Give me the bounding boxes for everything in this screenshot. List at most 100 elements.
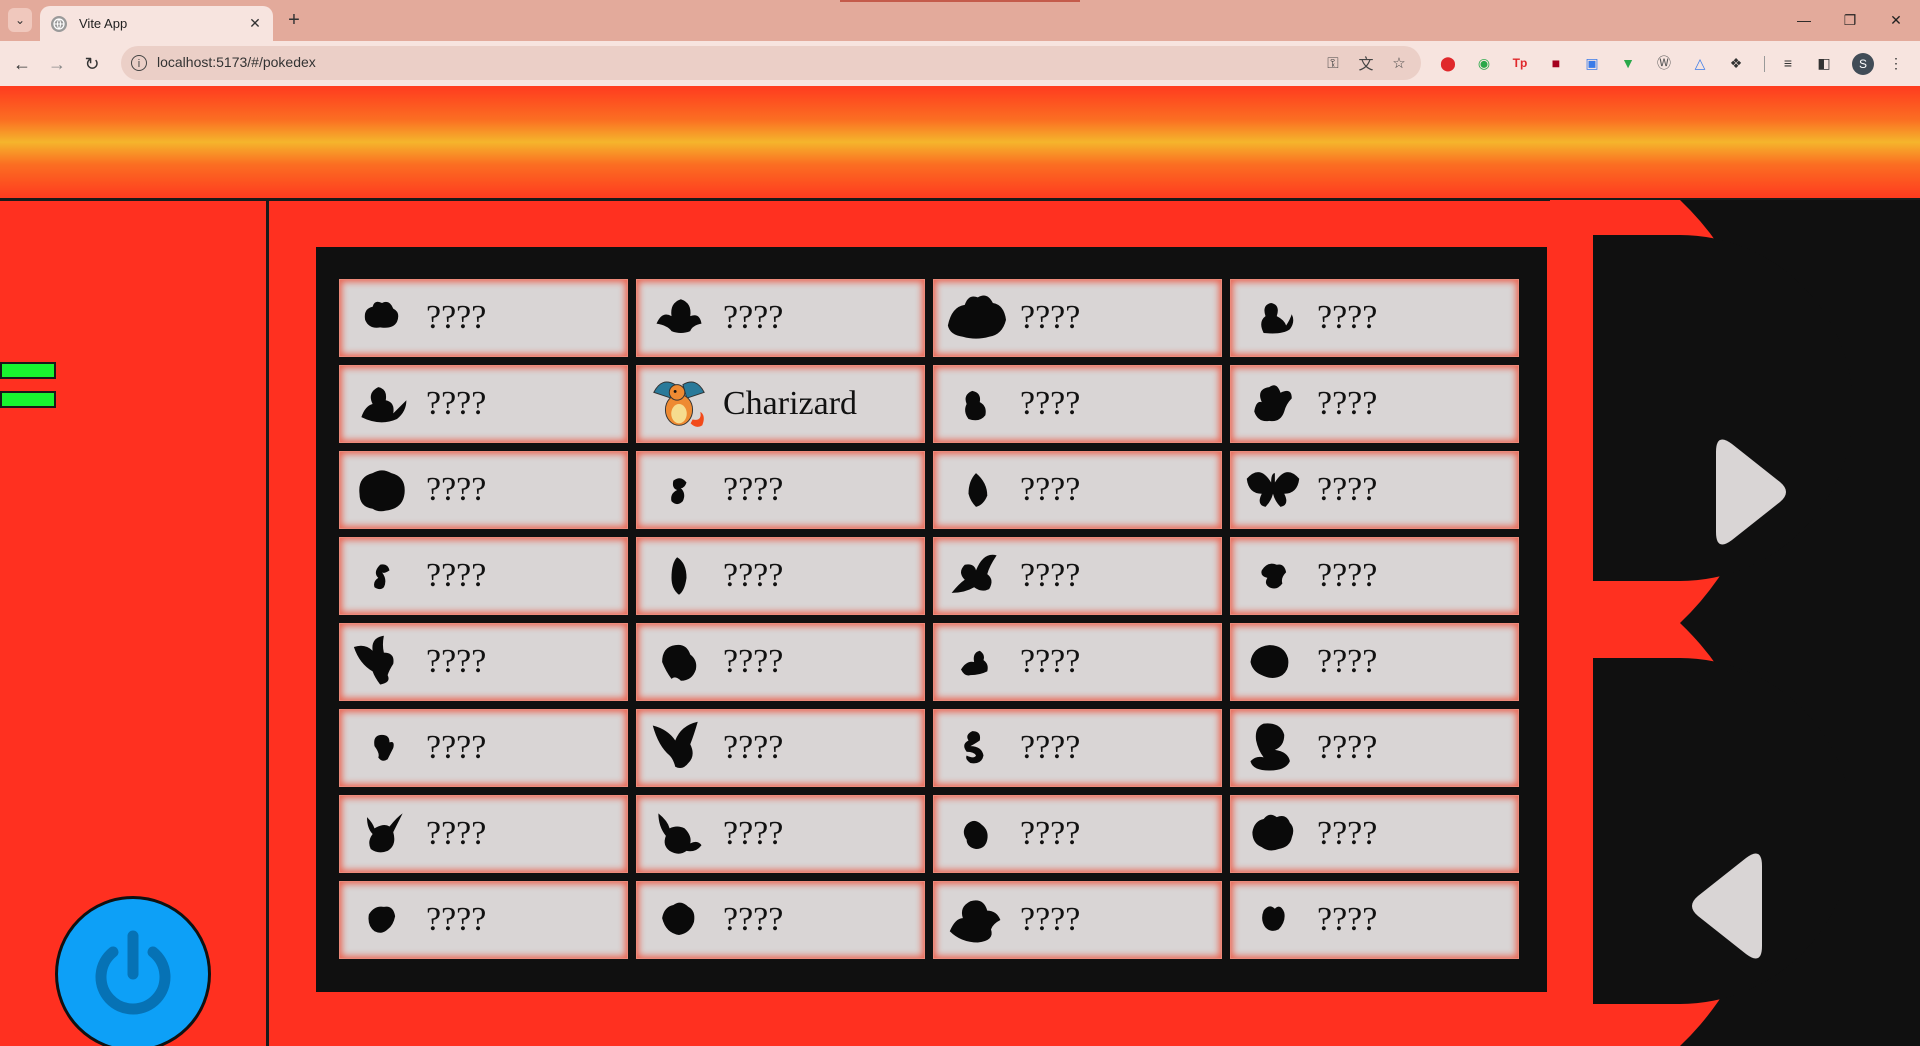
pokemon-name: ???? bbox=[1020, 643, 1081, 680]
browser-tab[interactable]: Vite App ✕ bbox=[40, 6, 273, 41]
pokemon-card[interactable]: ???? bbox=[1231, 366, 1518, 442]
pokemon-card[interactable]: ???? bbox=[340, 280, 627, 356]
pokemon-card[interactable]: ???? bbox=[1231, 882, 1518, 958]
browser-toolbar: ← → ↻ i localhost:5173/#/pokedex ⚿ 文 ☆ ⬤… bbox=[0, 41, 1920, 86]
menu-kebab-icon[interactable]: ⋮ bbox=[1886, 53, 1906, 73]
pokemon-card[interactable]: ???? bbox=[934, 882, 1221, 958]
pokemon-card[interactable]: ???? bbox=[637, 710, 924, 786]
pokemon-card[interactable]: ???? bbox=[1231, 796, 1518, 872]
pokemon-name: ???? bbox=[426, 729, 487, 766]
new-tab-button[interactable]: + bbox=[282, 8, 306, 32]
password-key-icon[interactable]: ⚿ bbox=[1323, 53, 1343, 73]
pokemon-silhouette-icon bbox=[350, 374, 414, 434]
pokemon-card[interactable]: ???? bbox=[934, 452, 1221, 528]
tab-search-button[interactable]: ⌄ bbox=[8, 8, 32, 32]
pokemon-name: ???? bbox=[426, 815, 487, 852]
pokemon-card[interactable]: ???? bbox=[1231, 624, 1518, 700]
status-light-1 bbox=[0, 362, 56, 379]
pokemon-name: ???? bbox=[723, 471, 784, 508]
color-extension-icon[interactable]: ◉ bbox=[1474, 53, 1494, 73]
pokemon-card[interactable]: ???? bbox=[934, 710, 1221, 786]
pokemon-silhouette-icon bbox=[647, 546, 711, 606]
translate-icon[interactable]: 文 bbox=[1356, 53, 1376, 73]
pokemon-name: ???? bbox=[426, 299, 487, 336]
ublock-extension-icon[interactable]: ■ bbox=[1546, 53, 1566, 73]
navigation-buttons bbox=[1550, 200, 1853, 1046]
pokemon-card[interactable]: ???? bbox=[340, 796, 627, 872]
pokemon-silhouette-icon bbox=[1241, 374, 1305, 434]
pokemon-card[interactable]: ???? bbox=[1231, 538, 1518, 614]
address-bar[interactable]: i localhost:5173/#/pokedex ⚿ 文 ☆ bbox=[121, 46, 1421, 80]
pokemon-name: ???? bbox=[426, 385, 487, 422]
pokemon-card[interactable]: ???? bbox=[637, 796, 924, 872]
opera-extension-icon[interactable]: ⬤ bbox=[1438, 53, 1458, 73]
pokemon-name: ???? bbox=[426, 643, 487, 680]
pokemon-name: ???? bbox=[1317, 557, 1378, 594]
pokemon-card[interactable]: ???? bbox=[637, 624, 924, 700]
pokemon-card[interactable]: ???? bbox=[340, 624, 627, 700]
url-text[interactable]: localhost:5173/#/pokedex bbox=[157, 54, 316, 70]
reload-button[interactable]: ↻ bbox=[78, 50, 106, 78]
side-panel-icon[interactable]: ◧ bbox=[1814, 53, 1834, 73]
minimize-button[interactable]: — bbox=[1782, 6, 1826, 34]
pokemon-card[interactable]: ???? bbox=[934, 796, 1221, 872]
pokemon-name: ???? bbox=[1020, 815, 1081, 852]
pokemon-grid: ???????????????????? Charizard???????????… bbox=[340, 280, 1518, 958]
pokemon-card[interactable]: ???? bbox=[934, 280, 1221, 356]
pokemon-card[interactable]: ???? bbox=[1231, 280, 1518, 356]
prev-button-face[interactable] bbox=[1593, 658, 1853, 1004]
pokemon-silhouette-icon bbox=[647, 804, 711, 864]
pokemon-card[interactable]: ???? bbox=[637, 882, 924, 958]
pokemon-card[interactable]: ???? bbox=[1231, 452, 1518, 528]
restore-button[interactable]: ❐ bbox=[1828, 6, 1872, 34]
pokemon-card[interactable]: ???? bbox=[934, 366, 1221, 442]
bookmark-star-icon[interactable]: ☆ bbox=[1389, 53, 1409, 73]
pokemon-silhouette-icon bbox=[647, 632, 711, 692]
site-info-icon[interactable]: i bbox=[131, 55, 147, 71]
forward-button[interactable]: → bbox=[43, 50, 71, 78]
power-icon bbox=[95, 930, 171, 1015]
pokemon-silhouette-icon bbox=[944, 460, 1008, 520]
pokemon-card[interactable]: ???? bbox=[340, 452, 627, 528]
drive-extension-icon[interactable]: △ bbox=[1690, 53, 1710, 73]
pokemon-silhouette-icon bbox=[350, 288, 414, 348]
pokemon-name: ???? bbox=[426, 471, 487, 508]
media-control-icon[interactable]: ≡ bbox=[1778, 53, 1798, 73]
pokemon-name: ???? bbox=[1317, 729, 1378, 766]
pokemon-name: ???? bbox=[426, 557, 487, 594]
pokemon-card[interactable]: ???? bbox=[934, 538, 1221, 614]
close-window-button[interactable]: ✕ bbox=[1874, 6, 1918, 34]
charizard-sprite-icon bbox=[647, 374, 711, 434]
tp-extension-icon[interactable]: Tp bbox=[1510, 53, 1530, 73]
vue-extension-icon[interactable]: ▼ bbox=[1618, 53, 1638, 73]
pokemon-card[interactable]: ???? bbox=[637, 452, 924, 528]
wordpress-extension-icon[interactable]: Ⓦ bbox=[1654, 53, 1674, 73]
pokemon-silhouette-icon bbox=[647, 288, 711, 348]
pokemon-name: ???? bbox=[1020, 471, 1081, 508]
pokemon-silhouette-icon bbox=[1241, 890, 1305, 950]
pokemon-name: ???? bbox=[1317, 643, 1378, 680]
close-tab-icon[interactable]: ✕ bbox=[247, 15, 263, 32]
power-button[interactable] bbox=[55, 896, 211, 1046]
pokemon-name: ???? bbox=[1317, 901, 1378, 938]
pokemon-silhouette-icon bbox=[350, 546, 414, 606]
pokemon-card[interactable]: Charizard bbox=[637, 366, 924, 442]
browser-tab-strip: ⌄ Vite App ✕ + — ❐ ✕ bbox=[0, 0, 1920, 41]
pokemon-silhouette-icon bbox=[1241, 718, 1305, 778]
translate-extension-icon[interactable]: ▣ bbox=[1582, 53, 1602, 73]
pokemon-silhouette-icon bbox=[647, 460, 711, 520]
pokemon-card[interactable]: ???? bbox=[340, 538, 627, 614]
extensions-puzzle-icon[interactable]: ❖ bbox=[1726, 53, 1746, 73]
back-button[interactable]: ← bbox=[8, 50, 36, 78]
pokemon-card[interactable]: ???? bbox=[637, 280, 924, 356]
pokemon-card[interactable]: ???? bbox=[934, 624, 1221, 700]
pokemon-card[interactable]: ???? bbox=[340, 366, 627, 442]
pokemon-name: ???? bbox=[1020, 729, 1081, 766]
tab-title: Vite App bbox=[79, 16, 128, 31]
profile-avatar[interactable]: S bbox=[1852, 53, 1874, 75]
pokemon-card[interactable]: ???? bbox=[340, 882, 627, 958]
pokemon-card[interactable]: ???? bbox=[340, 710, 627, 786]
pokemon-card[interactable]: ???? bbox=[637, 538, 924, 614]
pokemon-name: ???? bbox=[1317, 385, 1378, 422]
pokemon-card[interactable]: ???? bbox=[1231, 710, 1518, 786]
